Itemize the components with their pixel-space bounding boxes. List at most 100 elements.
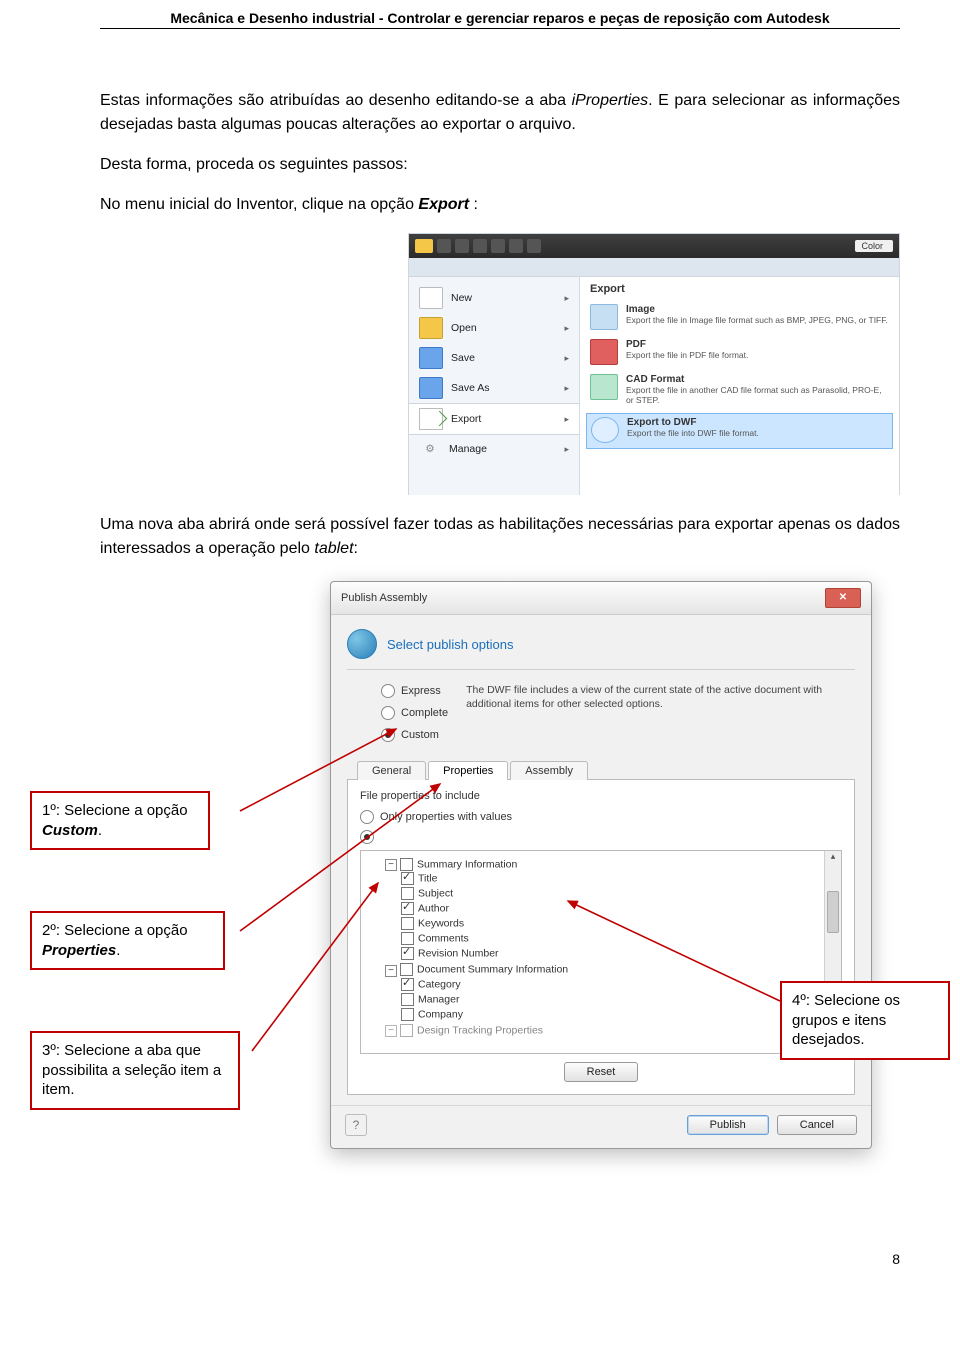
tree-tracking-label: Design Tracking Properties — [417, 1024, 543, 1036]
tree-author-label: Author — [418, 903, 449, 915]
tab-general[interactable]: General — [357, 761, 426, 780]
tree-comments-label: Comments — [418, 933, 469, 945]
save-icon — [419, 347, 443, 369]
radio-icon — [381, 684, 395, 698]
export-dwf[interactable]: Export to DWF Export the file into DWF f… — [586, 413, 893, 449]
manage-icon: ⚙ — [419, 439, 441, 459]
tree-comments[interactable]: Comments — [401, 931, 833, 946]
checkbox-icon[interactable] — [401, 872, 414, 885]
help-button[interactable]: ? — [345, 1114, 367, 1136]
page-number: 8 — [100, 1251, 900, 1267]
tab-properties[interactable]: Properties — [428, 761, 508, 780]
chevron-right-icon: ▸ — [564, 293, 569, 304]
tree-keywords[interactable]: Keywords — [401, 916, 833, 931]
file-menu-saveas[interactable]: Save As ▸ — [409, 373, 579, 403]
callout-4: 4º: Selecione os grupos e itens desejado… — [780, 981, 950, 1060]
para4-tablet: tablet — [314, 540, 353, 557]
new-icon — [419, 287, 443, 309]
checkbox-icon[interactable] — [400, 1024, 413, 1037]
qat-icon — [473, 239, 487, 253]
export-submenu-title: Export — [590, 283, 889, 295]
file-menu-open[interactable]: Open ▸ — [409, 313, 579, 343]
checkbox-icon[interactable] — [401, 993, 414, 1006]
radio-tree-mode[interactable] — [360, 830, 842, 844]
tree-summary-info[interactable]: −Summary Information Title Subject Autho… — [385, 857, 833, 962]
paragraph-2: Desta forma, proceda os seguintes passos… — [100, 153, 900, 177]
callout-2-c: . — [116, 942, 120, 959]
export-image[interactable]: Image Export the file in Image file form… — [590, 301, 889, 336]
checkbox-icon[interactable] — [400, 963, 413, 976]
tree-doc-summary-label: Document Summary Information — [417, 964, 568, 976]
para1-part-a: Estas informações são atribuídas ao dese… — [100, 92, 572, 109]
file-menu-new-label: New — [451, 292, 472, 304]
scroll-thumb[interactable] — [827, 891, 839, 933]
radio-complete[interactable]: Complete — [381, 706, 448, 720]
file-menu-export[interactable]: Export ▸ — [409, 403, 579, 435]
file-menu-manage-label: Manage — [449, 443, 487, 455]
checkbox-icon[interactable] — [401, 947, 414, 960]
radio-only-values[interactable]: Only properties with values — [360, 810, 842, 824]
tree-doc-summary[interactable]: −Document Summary Information Category M… — [385, 962, 833, 1022]
file-menu-new[interactable]: New ▸ — [409, 283, 579, 313]
callout-3: 3º: Selecione a aba que possibilita a se… — [30, 1031, 240, 1110]
page-header: Mecânica e Desenho industrial - Controla… — [100, 10, 900, 29]
file-menu-open-label: Open — [451, 322, 477, 334]
radio-custom-label: Custom — [401, 729, 439, 741]
checkbox-icon[interactable] — [401, 917, 414, 930]
checkbox-icon[interactable] — [401, 932, 414, 945]
radio-express[interactable]: Express — [381, 684, 448, 698]
callout-1-b: Custom — [42, 822, 98, 839]
tree-tracking[interactable]: −Design Tracking Properties — [385, 1023, 833, 1038]
export-cad-title: CAD Format — [626, 374, 889, 385]
export-cad[interactable]: CAD Format Export the file in another CA… — [590, 371, 889, 411]
checkbox-icon[interactable] — [401, 902, 414, 915]
radio-only-values-label: Only properties with values — [380, 811, 512, 823]
reset-button[interactable]: Reset — [564, 1062, 639, 1082]
callout-1: 1º: Selecione a opção Custom. — [30, 791, 210, 850]
paragraph-1: Estas informações são atribuídas ao dese… — [100, 89, 900, 137]
tree-revision-label: Revision Number — [418, 948, 499, 960]
tree-manager-label: Manager — [418, 993, 459, 1005]
dwf-description: The DWF file includes a view of the curr… — [466, 680, 855, 711]
qat-icon — [455, 239, 469, 253]
file-menu-save-label: Save — [451, 352, 475, 364]
inventor-export-menu: Color New ▸ Open ▸ Save ▸ — [408, 233, 900, 495]
file-menu-save[interactable]: Save ▸ — [409, 343, 579, 373]
checkbox-icon[interactable] — [401, 1008, 414, 1021]
close-button[interactable]: ✕ — [825, 588, 861, 608]
tree-subject[interactable]: Subject — [401, 886, 833, 901]
radio-custom[interactable]: Custom — [381, 728, 448, 742]
export-image-desc: Export the file in Image file format suc… — [626, 315, 888, 325]
color-dropdown[interactable]: Color — [855, 240, 893, 252]
callout-2-b: Properties — [42, 942, 116, 959]
tree-category[interactable]: Category — [401, 977, 833, 992]
export-pdf[interactable]: PDF Export the file in PDF file format. — [590, 336, 889, 371]
checkbox-icon[interactable] — [401, 978, 414, 991]
tab-assembly[interactable]: Assembly — [510, 761, 588, 780]
tree-company[interactable]: Company — [401, 1007, 833, 1022]
file-properties-label: File properties to include — [360, 790, 842, 802]
scroll-up-icon[interactable]: ▴ — [825, 851, 841, 867]
radio-express-label: Express — [401, 685, 441, 697]
cancel-button[interactable]: Cancel — [777, 1115, 857, 1135]
checkbox-icon[interactable] — [401, 887, 414, 900]
para4-part-a: Uma nova aba abrirá onde será possível f… — [100, 516, 900, 557]
select-publish-options-header: Select publish options — [347, 629, 855, 670]
radio-complete-label: Complete — [401, 707, 448, 719]
export-pdf-title: PDF — [626, 339, 748, 350]
tree-manager[interactable]: Manager — [401, 992, 833, 1007]
file-menu-manage[interactable]: ⚙ Manage ▸ — [409, 435, 579, 463]
paragraph-3: No menu inicial do Inventor, clique na o… — [100, 193, 900, 217]
tree-revision[interactable]: Revision Number — [401, 946, 833, 961]
export-icon — [419, 408, 443, 430]
export-image-title: Image — [626, 304, 888, 315]
pdf-icon — [590, 339, 618, 365]
tree-title[interactable]: Title — [401, 871, 833, 886]
properties-tree[interactable]: −Summary Information Title Subject Autho… — [360, 850, 842, 1054]
radio-icon — [381, 728, 395, 742]
qat-icon — [509, 239, 523, 253]
inventor-ribbon: Color — [409, 234, 899, 258]
publish-button[interactable]: Publish — [687, 1115, 769, 1135]
checkbox-icon[interactable] — [400, 858, 413, 871]
tree-author[interactable]: Author — [401, 901, 833, 916]
